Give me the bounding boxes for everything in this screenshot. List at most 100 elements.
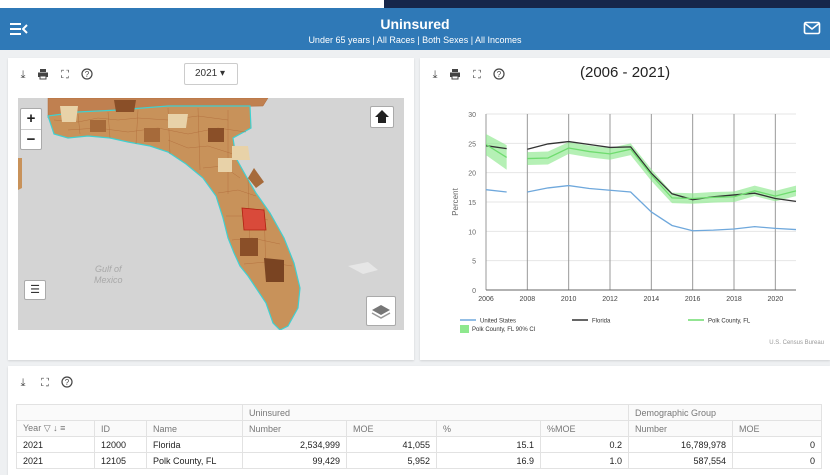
fullscreen-icon[interactable]: ⛶ [58, 68, 72, 82]
filter-icon[interactable]: ▽ [44, 423, 51, 433]
y-tick-label: 30 [468, 112, 476, 119]
data-table: Uninsured Demographic Group Year ▽ ↓ ≡ I… [16, 404, 822, 469]
y-tick-label: 0 [472, 288, 476, 295]
group-header-blank [16, 404, 243, 421]
x-tick-label: 2008 [520, 296, 536, 303]
chevron-down-icon: ▾ [220, 68, 226, 79]
column-menu-icon[interactable]: ≡ [60, 423, 65, 433]
help-icon[interactable]: ? [492, 68, 506, 82]
col-percent[interactable]: % [436, 420, 541, 437]
layers-icon [371, 305, 391, 319]
legend-list-icon: ☰ [30, 284, 40, 296]
sort-icon[interactable]: ↓ [53, 423, 58, 433]
year-select[interactable]: 2021 ▾ [184, 63, 238, 85]
legend-label: Polk County, FL [708, 319, 751, 325]
y-axis-label: Percent [451, 187, 460, 215]
x-tick-label: 2006 [478, 296, 494, 303]
data-table-panel: ⤓ ⛶ ? Uninsured Demographic Group Year ▽… [8, 366, 830, 475]
cell-year: 2021 [16, 452, 95, 469]
x-tick-label: 2020 [768, 296, 784, 303]
cell-percent: 15.1 [436, 436, 541, 453]
x-tick-label: 2016 [685, 296, 701, 303]
cell-year: 2021 [16, 436, 95, 453]
app-header: Uninsured Under 65 years | All Races | B… [0, 8, 830, 50]
cell-name: Polk County, FL [146, 452, 243, 469]
download-icon[interactable]: ⤓ [428, 68, 442, 82]
print-icon[interactable] [448, 68, 462, 82]
top-strip-dark [384, 0, 830, 8]
series-line [485, 189, 507, 193]
y-tick-label: 20 [468, 171, 476, 178]
x-tick-label: 2012 [602, 296, 618, 303]
print-icon[interactable] [36, 68, 50, 82]
group-header-demographic: Demographic Group [628, 404, 822, 421]
page-title: Uninsured [380, 16, 450, 32]
svg-text:?: ? [85, 70, 90, 79]
help-icon[interactable]: ? [80, 68, 94, 82]
top-strip [0, 0, 830, 8]
legend-label: Polk County, FL 90% CI [472, 327, 536, 333]
zoom-in-button[interactable]: + [21, 109, 41, 129]
uninsured-trend-chart: 0 5 10 15 20 25 30 2006 2008 2010 2012 2014 2016 2018… [451, 112, 824, 346]
map-panel: ⤓ ⛶ ? 2021 ▾ + − Gulf of Mexico ☰ [8, 58, 414, 360]
y-tick-label: 5 [472, 259, 476, 266]
chart-title: (2006 - 2021) [580, 64, 671, 81]
legend-label: United States [480, 319, 516, 325]
table-row[interactable]: 2021 12000 Florida 2,534,999 41,055 15.1… [16, 436, 822, 453]
download-icon[interactable]: ⤓ [16, 68, 30, 82]
col-demographic-number[interactable]: Number [628, 420, 733, 437]
cell-demographic-moe: 0 [732, 436, 822, 453]
col-uninsured-moe[interactable]: MOE [346, 420, 437, 437]
col-name[interactable]: Name [146, 420, 243, 437]
gulf-of-mexico-label: Gulf of Mexico [94, 264, 123, 285]
cell-demographic-moe: 0 [732, 452, 822, 469]
cell-uninsured-number: 99,429 [242, 452, 347, 469]
legend-button[interactable]: ☰ [24, 280, 46, 300]
x-tick-label: 2010 [561, 296, 577, 303]
cell-percent-moe: 1.0 [540, 452, 629, 469]
fullscreen-icon[interactable]: ⛶ [38, 376, 52, 390]
mail-icon[interactable] [803, 19, 821, 37]
help-icon[interactable]: ? [60, 376, 74, 390]
ci-band [486, 133, 507, 170]
cell-id: 12000 [94, 436, 147, 453]
year-select-value: 2021 [195, 68, 218, 79]
florida-map-shape [18, 98, 378, 330]
legend-swatch [460, 325, 469, 333]
svg-text:?: ? [497, 70, 502, 79]
y-tick-label: 10 [468, 229, 476, 236]
zoom-out-button[interactable]: − [21, 130, 41, 150]
svg-text:?: ? [65, 378, 70, 387]
page-subtitle: Under 65 years | All Races | Both Sexes … [308, 35, 522, 45]
group-header-uninsured: Uninsured [242, 404, 629, 421]
home-icon [375, 110, 389, 123]
cell-name: Florida [146, 436, 243, 453]
col-id[interactable]: ID [94, 420, 147, 437]
col-year[interactable]: Year ▽ ↓ ≡ [16, 420, 95, 437]
home-button[interactable] [370, 106, 394, 128]
cell-demographic-number: 16,789,978 [628, 436, 733, 453]
cell-id: 12105 [94, 452, 147, 469]
col-uninsured-number[interactable]: Number [242, 420, 347, 437]
cell-percent-moe: 0.2 [540, 436, 629, 453]
y-tick-label: 25 [468, 141, 476, 148]
cell-uninsured-moe: 41,055 [346, 436, 437, 453]
column-header-row: Year ▽ ↓ ≡ ID Name Number MOE % %MOE Num… [16, 420, 822, 437]
group-header-row: Uninsured Demographic Group [16, 404, 822, 421]
chart-credit: U.S. Census Bureau [769, 340, 824, 346]
col-demographic-moe[interactable]: MOE [732, 420, 822, 437]
x-tick-label: 2018 [726, 296, 742, 303]
col-percent-moe[interactable]: %MOE [540, 420, 629, 437]
download-icon[interactable]: ⤓ [16, 376, 30, 390]
cell-percent: 16.9 [436, 452, 541, 469]
zoom-control: + − [20, 108, 42, 150]
layers-button[interactable] [366, 296, 396, 326]
legend-label: Florida [592, 319, 611, 325]
cell-demographic-number: 587,554 [628, 452, 733, 469]
cell-uninsured-number: 2,534,999 [242, 436, 347, 453]
x-tick-label: 2014 [644, 296, 660, 303]
trend-chart-panel: ⤓ ⛶ ? (2006 - 2021) 0 5 10 15 20 25 30 2006 2008… [420, 58, 830, 360]
table-row[interactable]: 2021 12105 Polk County, FL 99,429 5,952 … [16, 452, 822, 469]
choropleth-map[interactable]: + − Gulf of Mexico ☰ [18, 98, 404, 330]
fullscreen-icon[interactable]: ⛶ [470, 68, 484, 82]
